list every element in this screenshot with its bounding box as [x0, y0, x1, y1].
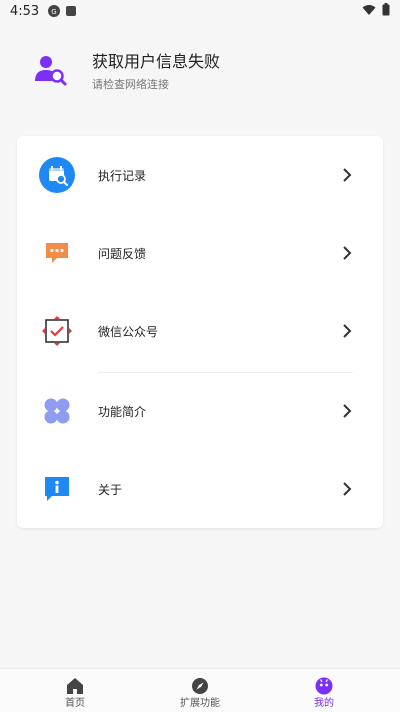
chat-bubble-icon: [39, 235, 75, 271]
chevron-right-icon: [343, 168, 352, 182]
menu-item-wechat-account[interactable]: 微信公众号: [17, 292, 383, 370]
tab-extensions[interactable]: 扩展功能: [150, 669, 250, 712]
menu-item-about[interactable]: 关于: [17, 450, 383, 528]
tab-label: 扩展功能: [180, 698, 220, 709]
menu-label: 问题反馈: [98, 246, 147, 261]
home-icon: [67, 678, 83, 694]
status-bar: 4:53 G: [0, 0, 400, 22]
battery-icon: [382, 3, 390, 16]
user-search-icon: [35, 56, 67, 86]
svg-text:G: G: [51, 8, 56, 16]
profile-header[interactable]: 获取用户信息失败 请检查网络连接: [0, 36, 400, 116]
cloud-icon: G: [48, 5, 61, 17]
chevron-right-icon: [343, 324, 352, 338]
chevron-right-icon: [343, 246, 352, 260]
info-icon: [39, 471, 75, 507]
status-time: 4:53: [10, 3, 40, 19]
profile-subtitle: 请检查网络连接: [92, 78, 169, 91]
chevron-right-icon: [343, 404, 352, 418]
calendar-search-icon: [39, 157, 75, 193]
profile-face-icon: [315, 677, 333, 695]
menu-item-feedback[interactable]: 问题反馈: [17, 214, 383, 292]
app-square-icon: [66, 6, 77, 16]
tab-label: 首页: [65, 698, 85, 709]
profile-title: 获取用户信息失败: [92, 52, 221, 71]
tab-mine[interactable]: 我的: [274, 669, 374, 712]
menu-label: 功能简介: [98, 404, 147, 419]
tab-home[interactable]: 首页: [25, 669, 125, 712]
menu-label: 微信公众号: [98, 324, 159, 339]
tab-label: 我的: [314, 698, 334, 709]
menu-label: 关于: [98, 482, 123, 497]
compass-icon: [192, 678, 208, 694]
wifi-icon: [362, 4, 376, 15]
menu-card: 执行记录 问题反馈 微信公众号 功能简介 关于: [17, 136, 383, 528]
bottom-tab-bar: 首页 扩展功能 我的: [0, 668, 400, 712]
wechat-account-icon: [39, 313, 75, 349]
chevron-right-icon: [343, 482, 352, 496]
menu-item-execution-records[interactable]: 执行记录: [17, 136, 383, 214]
menu-item-feature-intro[interactable]: 功能简介: [17, 372, 383, 450]
grid-clover-icon: [39, 393, 75, 429]
menu-label: 执行记录: [98, 168, 147, 183]
